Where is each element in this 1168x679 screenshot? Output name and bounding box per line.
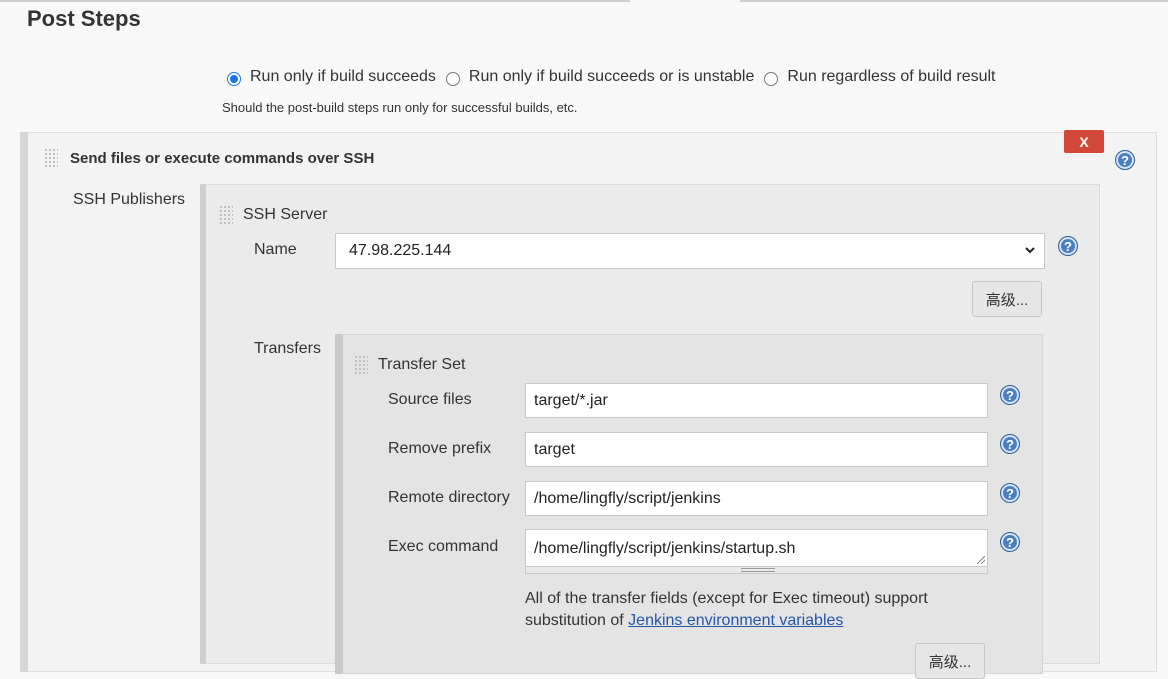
help-icon[interactable]: ?: [1058, 236, 1078, 256]
remote-directory-input[interactable]: /home/lingfly/script/jenkins: [525, 481, 988, 516]
drag-grip-icon[interactable]: [354, 355, 368, 375]
source-files-input[interactable]: target/*.jar: [525, 383, 988, 418]
help-icon[interactable]: ?: [1000, 385, 1020, 405]
exec-command-textarea[interactable]: /home/lingfly/script/jenkins/startup.sh: [525, 529, 988, 567]
remove-prefix-input[interactable]: target: [525, 432, 988, 467]
top-divider: [740, 0, 1168, 2]
radio-button[interactable]: [445, 72, 460, 86]
radio-label: Run only if build succeeds or is unstabl…: [468, 68, 755, 85]
textarea-expand-handle[interactable]: [525, 567, 988, 574]
radio-run-if-succeeds-or-unstable[interactable]: Run only if build succeeds or is unstabl…: [445, 68, 755, 86]
transfers-label: Transfers: [254, 340, 321, 357]
ssh-step-title: Send files or execute commands over SSH: [70, 150, 375, 167]
page-title: Post Steps: [27, 6, 141, 31]
help-icon[interactable]: ?: [1115, 150, 1135, 170]
radio-label: Run regardless of build result: [787, 68, 996, 85]
drag-grip-icon[interactable]: [219, 205, 233, 225]
transfer-set-panel-edge: [335, 334, 343, 674]
help-icon[interactable]: ?: [1000, 532, 1020, 552]
resize-grip-icon[interactable]: [977, 556, 985, 564]
exec-command-label: Exec command: [388, 538, 499, 555]
radio-run-regardless[interactable]: Run regardless of build result: [764, 68, 996, 86]
delete-step-button[interactable]: X: [1064, 130, 1104, 153]
top-divider: [0, 0, 630, 2]
jenkins-env-vars-link[interactable]: Jenkins environment variables: [628, 612, 843, 629]
server-name-select[interactable]: 47.98.225.144: [335, 233, 1045, 269]
transfer-set-title: Transfer Set: [378, 356, 466, 373]
server-advanced-button[interactable]: 高级...: [972, 281, 1042, 317]
help-icon[interactable]: ?: [1000, 434, 1020, 454]
chevron-down-icon: [1024, 243, 1036, 259]
run-condition-radios: Run only if build succeeds Run only if b…: [227, 66, 1006, 88]
transfer-advanced-button[interactable]: 高级...: [915, 643, 985, 679]
ssh-server-title: SSH Server: [243, 206, 328, 223]
run-condition-hint: Should the post-build steps run only for…: [222, 100, 578, 115]
remove-prefix-label: Remove prefix: [388, 440, 492, 457]
server-name-value: 47.98.225.144: [349, 242, 452, 259]
transfer-substitution-note: All of the transfer fields (except for E…: [525, 588, 985, 632]
radio-run-if-succeeds[interactable]: Run only if build succeeds: [227, 68, 436, 86]
server-name-label: Name: [254, 241, 297, 258]
radio-button[interactable]: [764, 72, 779, 86]
radio-label: Run only if build succeeds: [250, 68, 436, 85]
remote-directory-label: Remote directory: [388, 489, 510, 506]
help-icon[interactable]: ?: [1000, 483, 1020, 503]
exec-command-value: /home/lingfly/script/jenkins/startup.sh: [534, 540, 796, 557]
ssh-step-panel-edge: [20, 132, 28, 672]
radio-button-checked[interactable]: [227, 72, 241, 86]
ssh-publishers-label: SSH Publishers: [73, 191, 186, 208]
ssh-server-panel-edge: [200, 184, 206, 664]
source-files-label: Source files: [388, 391, 472, 408]
drag-grip-icon[interactable]: [44, 148, 58, 168]
drag-handle-icon: [741, 568, 775, 572]
